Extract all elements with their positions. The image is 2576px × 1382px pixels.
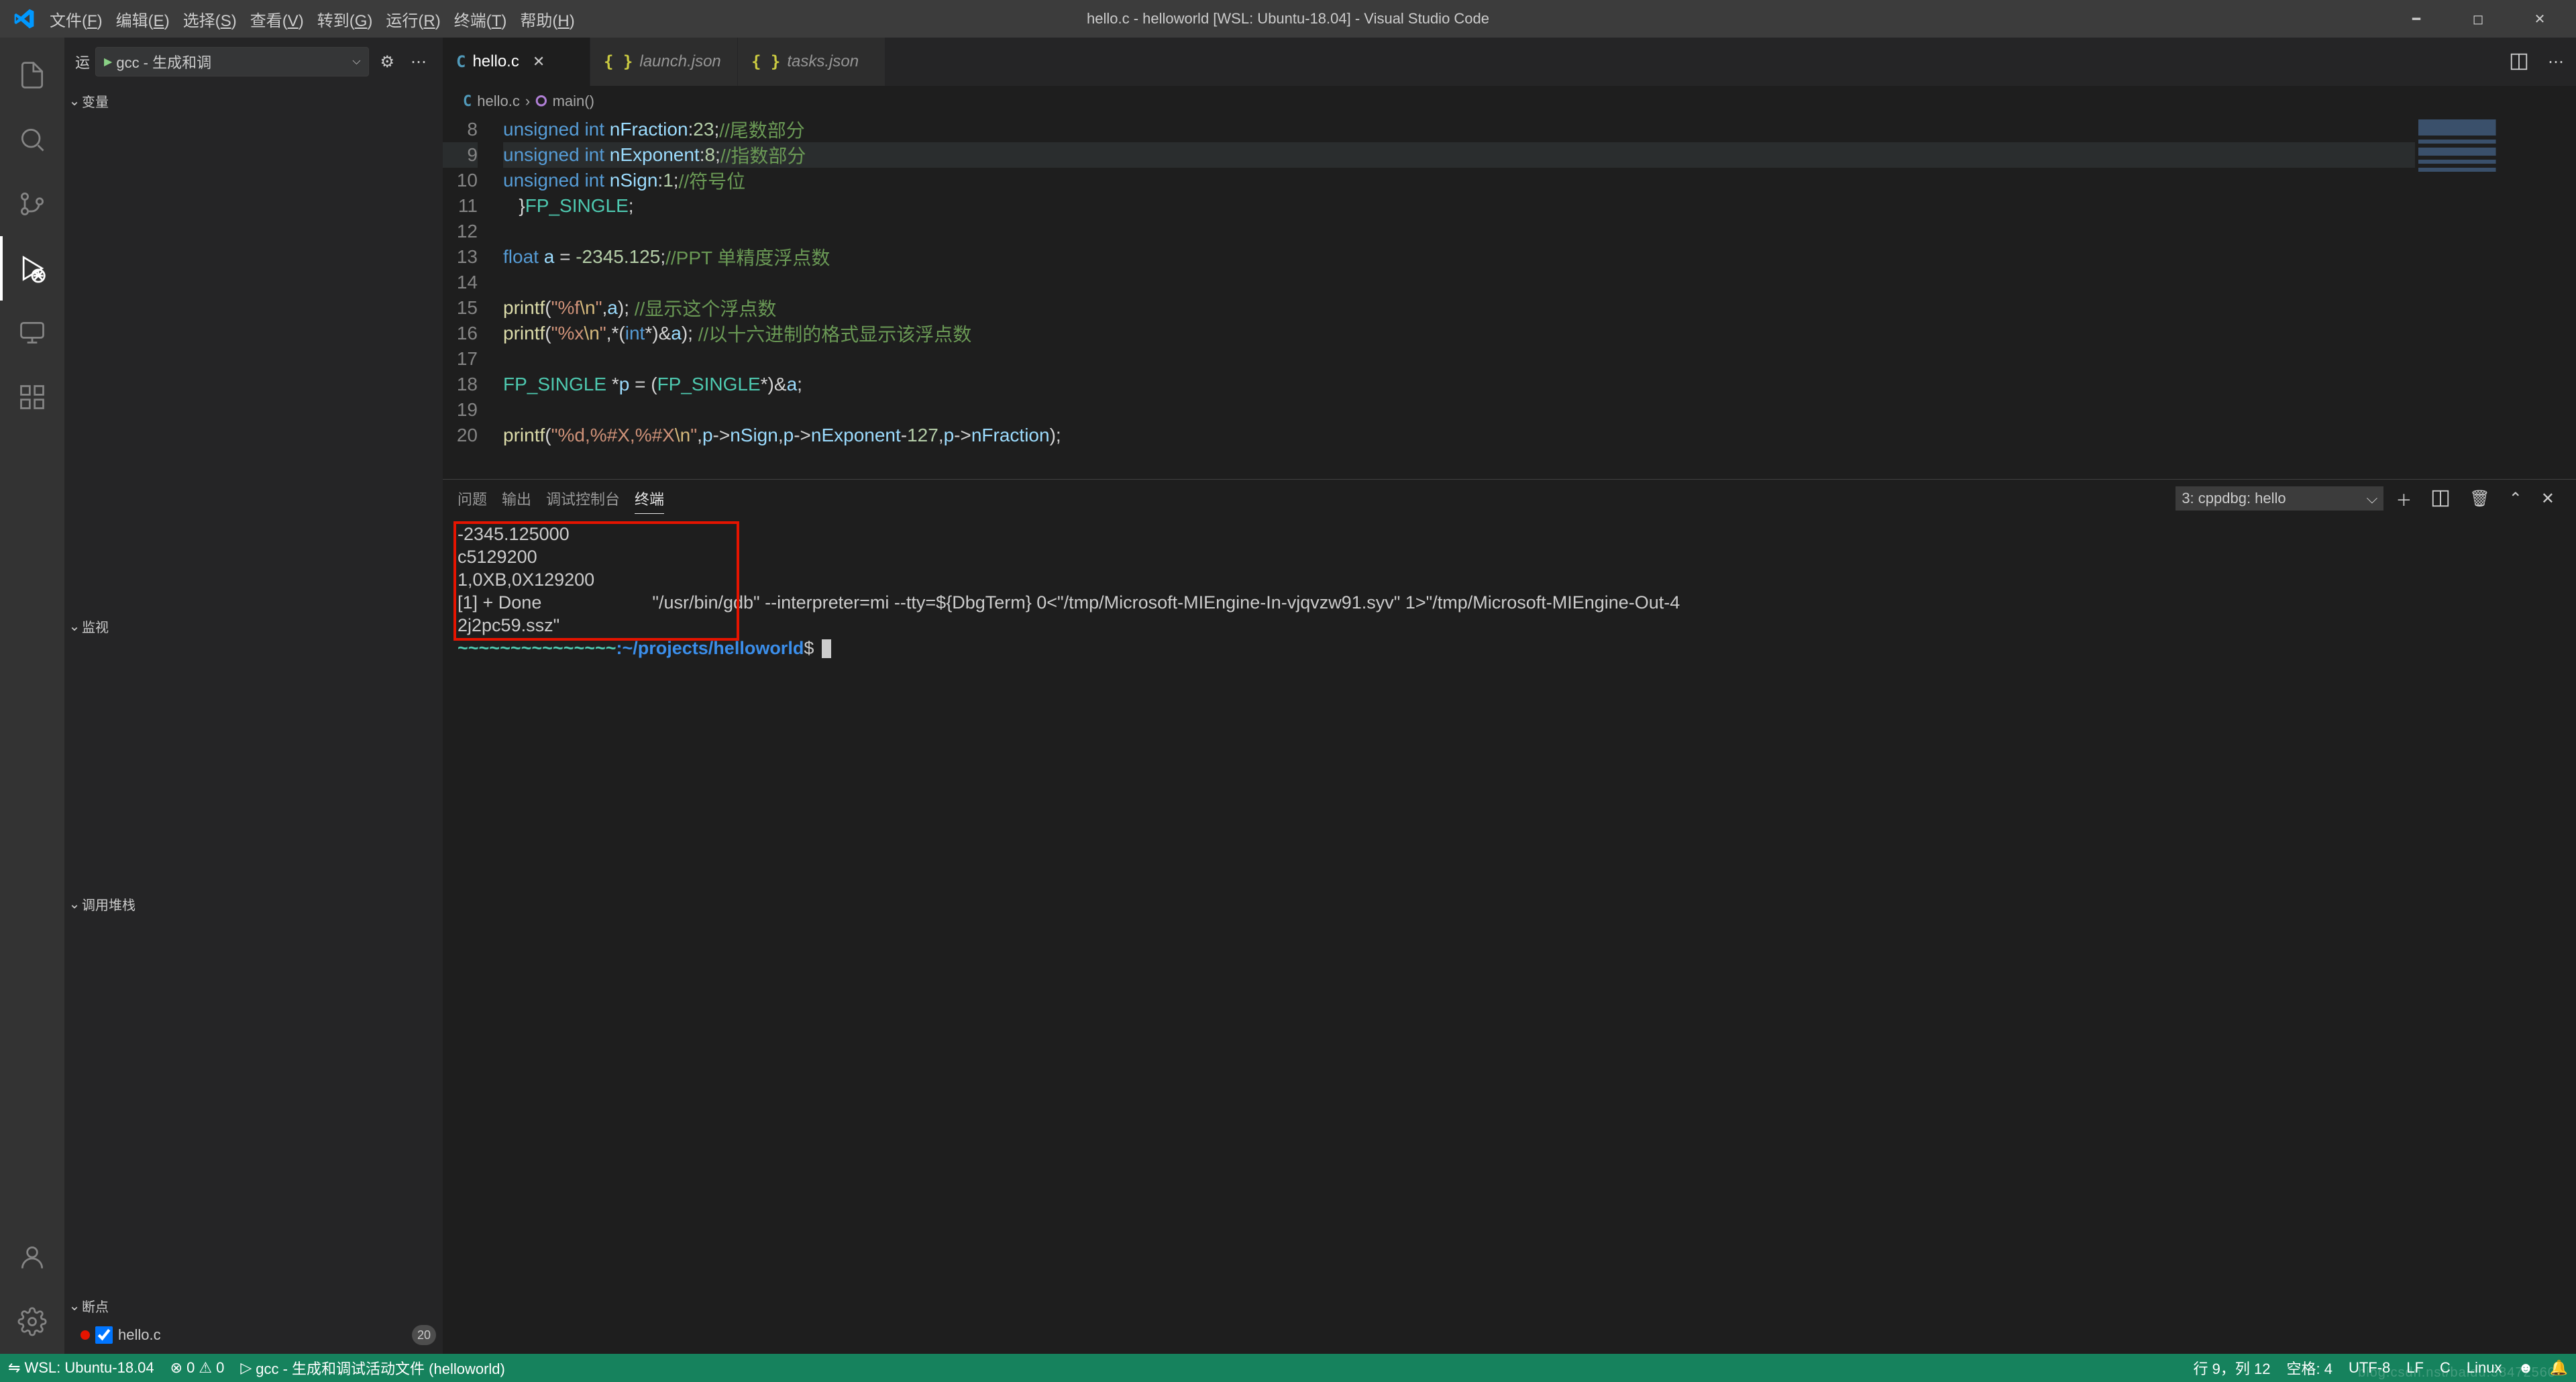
panel: 问题输出调试控制台终端 3: cppdbg: hello ⌵ ＋ 🗑 ⌃ ✕ [443,479,2576,1354]
run-header: 运 ▶ gcc - 生成和调 ⌵ ⚙ ⋯ [64,38,443,86]
more-icon[interactable]: ⋯ [405,50,432,74]
file-type-icon: C [456,52,466,71]
section-breakpoints[interactable]: ⌄断点 [64,1291,443,1320]
extensions-icon[interactable] [0,365,64,429]
breakpoint-item[interactable]: hello.c 20 [64,1320,443,1350]
notification-icon[interactable]: 🔔 [2542,1354,2576,1382]
panel-tab[interactable]: 终端 [635,484,664,514]
kill-terminal-icon[interactable]: 🗑 [2463,485,2496,513]
more-icon[interactable]: ⋯ [2541,48,2571,76]
terminal-line: 1,0XB,0X129200 [458,570,2561,592]
eol[interactable]: LF [2398,1354,2432,1382]
play-icon: ▶ [104,55,112,68]
panel-tab[interactable]: 调试控制台 [546,484,620,514]
new-terminal-icon[interactable]: ＋ [2389,483,2418,515]
breadcrumb[interactable]: C hello.c › 🞇 main() [443,86,2576,117]
split-terminal-icon[interactable] [2424,484,2457,513]
file-type-icon: { } [604,52,633,71]
chevron-down-icon: ⌄ [67,1297,82,1314]
launch-config-dropdown[interactable]: ▶ gcc - 生成和调 ⌵ [95,47,369,76]
maximize-panel-icon[interactable]: ⌃ [2502,485,2529,513]
chevron-down-icon: ⌄ [67,896,82,912]
sidebar: 运 ▶ gcc - 生成和调 ⌵ ⚙ ⋯ ⌄变量 ⌄监视 ⌄调用堆栈 ⌄断点 [64,38,443,1354]
terminal-line: -2345.125000 [458,524,2561,547]
chevron-down-icon: ⌵ [2367,490,2378,507]
encoding[interactable]: UTF-8 [2341,1354,2398,1382]
terminal-dropdown[interactable]: 3: cppdbg: hello ⌵ [2176,486,2383,511]
cursor-position[interactable]: 行 9，列 12 [2186,1354,2279,1382]
editor-tab[interactable]: { } tasks.json [738,38,885,86]
editor-tab[interactable]: { } launch.json [590,38,738,86]
menu-item[interactable]: 终端(T) [449,5,513,34]
remote-explorer-icon[interactable] [0,301,64,365]
chevron-down-icon: ⌄ [67,618,82,635]
menu-item[interactable]: 选择(S) [178,5,242,34]
symbol-icon: 🞇 [535,93,547,110]
menu-item[interactable]: 帮助(H) [515,5,580,34]
run-debug-icon[interactable] [0,236,64,301]
tab-label: hello.c [472,52,519,71]
menu-item[interactable]: 编辑(E) [111,5,175,34]
gear-icon[interactable]: ⚙ [374,50,400,74]
close-window-button[interactable]: ✕ [2509,0,2571,38]
breakpoint-checkbox[interactable] [95,1326,113,1344]
tab-label: tasks.json [787,52,859,71]
minimize-button[interactable]: ━ [2385,0,2447,38]
title-bar: 文件(F)编辑(E)选择(S)查看(V)转到(G)运行(R)终端(T)帮助(H)… [0,0,2576,38]
terminal-line: 2j2pc59.ssz" [458,615,2561,638]
source-control-icon[interactable] [0,172,64,236]
file-type-icon: { } [751,52,780,71]
minimap[interactable] [2415,117,2576,479]
panel-tab[interactable]: 问题 [458,484,487,514]
problems-indicator[interactable]: ⊗0 ⚠0 [162,1354,233,1382]
tab-label: launch.json [639,52,720,71]
terminal-line: c5129200 [458,547,2561,570]
section-callstack[interactable]: ⌄调用堆栈 [64,889,443,918]
panel-tab[interactable]: 输出 [502,484,531,514]
language-mode[interactable]: C [2432,1354,2459,1382]
editor-tab[interactable]: C hello.c ✕ [443,38,590,86]
run-label: 运 [75,51,90,72]
os-indicator[interactable]: Linux [2459,1354,2510,1382]
activity-bar [0,38,64,1354]
menu-item[interactable]: 转到(G) [312,5,378,34]
maximize-button[interactable]: ◻ [2447,0,2509,38]
terminal[interactable]: -2345.125000c51292001,0XB,0X129200[1] + … [443,517,2576,1354]
split-editor-icon[interactable] [2502,48,2536,76]
search-icon[interactable] [0,107,64,172]
remote-icon: ⇋ [8,1359,20,1377]
breakpoint-dot-icon [80,1330,90,1340]
chevron-down-icon: ⌵ [352,56,360,68]
app-logo [13,8,35,30]
settings-icon[interactable] [0,1289,64,1354]
menu-item[interactable]: 运行(R) [380,5,445,34]
indentation[interactable]: 空格: 4 [2278,1354,2340,1382]
window-title: hello.c - helloworld [WSL: Ubuntu-18.04]… [1087,10,1489,28]
close-panel-icon[interactable]: ✕ [2534,485,2561,513]
menu-item[interactable]: 文件(F) [44,5,108,34]
editor-area: C hello.c ✕{ } launch.json { } tasks.jso… [443,38,2576,1354]
remote-indicator[interactable]: ⇋ WSL: Ubuntu-18.04 [0,1354,162,1382]
build-task[interactable]: ▷ gcc - 生成和调试活动文件 (helloworld) [232,1354,513,1382]
menu-item[interactable]: 查看(V) [245,5,309,34]
tab-bar: C hello.c ✕{ } launch.json { } tasks.jso… [443,38,2576,86]
account-icon[interactable] [0,1225,64,1289]
section-watch[interactable]: ⌄监视 [64,612,443,641]
section-variables[interactable]: ⌄变量 [64,86,443,115]
status-bar: ⇋ WSL: Ubuntu-18.04 ⊗0 ⚠0 ▷ gcc - 生成和调试活… [0,1354,2576,1382]
feedback-icon[interactable]: ☻ [2510,1354,2541,1382]
terminal-line: [1] + Done "/usr/bin/gdb" --interpreter=… [458,592,2561,615]
chevron-down-icon: ⌄ [67,93,82,109]
explorer-icon[interactable] [0,43,64,107]
code-editor[interactable]: 891011121314151617181920 unsigned int nF… [443,117,2576,479]
play-icon: ▷ [240,1359,252,1377]
close-tab-icon[interactable]: ✕ [533,53,545,70]
